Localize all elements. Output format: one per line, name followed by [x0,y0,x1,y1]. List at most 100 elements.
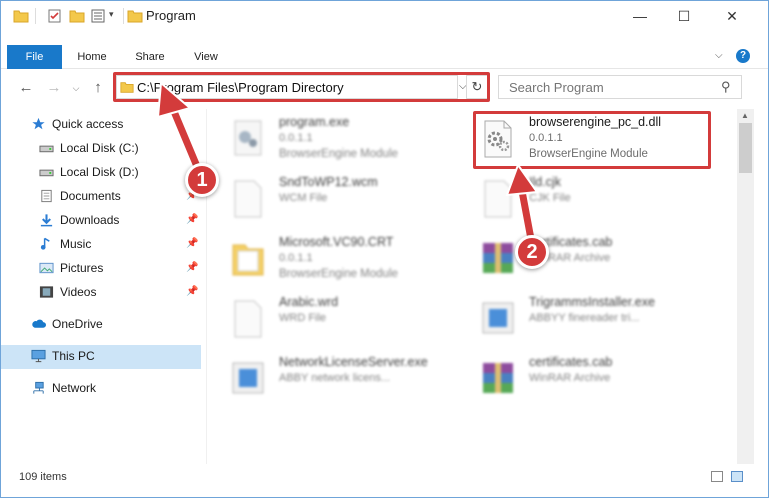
drive-icon [39,145,54,153]
music-icon [40,237,50,250]
search-icon[interactable]: ⚲ [721,79,731,95]
sidebar-item-network[interactable]: Network [1,377,201,399]
pin-icon[interactable]: 📌 [186,233,198,255]
file-description: ABBYY finereader tri... [529,312,640,324]
file-item[interactable]: Microsoft.VC90.CRT 0.0.1.1 BrowserEngine… [229,233,479,285]
tab-view[interactable]: View [187,45,225,69]
pin-icon[interactable]: 📌 [186,209,198,231]
window-title: Program [146,8,196,23]
sidebar-item-local-disk-d[interactable]: Local Disk (D:) [1,161,201,183]
file-item[interactable]: Arabic.wrd WRD File [229,293,479,345]
file-name: Ild.cjk [529,175,561,189]
back-button[interactable]: ← [17,79,35,97]
item-count: 109 items [19,471,67,483]
sidebar-item-videos[interactable]: Videos 📌 [1,281,201,303]
file-description: BrowserEngine Module [279,268,398,280]
pin-icon[interactable]: 📌 [186,257,198,279]
file-item[interactable]: Ild.cjk CJK File [479,173,729,225]
file-item[interactable]: SndToWP12.wcm WCM File [229,173,479,225]
file-item[interactable]: certificates.cab WinRAR Archive [479,353,729,405]
sidebar-item-label: Pictures [60,261,104,275]
status-bar [1,464,768,497]
large-icons-view-icon[interactable] [731,471,743,482]
explorer-window: ▾ Program — ☐ ✕ File Home Share View ⌵ ?… [0,0,769,498]
recent-locations-icon[interactable]: ⌵ [67,79,85,97]
sidebar-item-label: Music [60,237,92,251]
file-item[interactable]: NetworkLicenseServer.exe ABBY network li… [229,353,479,405]
sidebar-item-label: Local Disk (D:) [60,165,139,179]
file-description: BrowserEngine Module [279,148,398,160]
properties-icon[interactable] [47,9,63,23]
close-button[interactable]: ✕ [717,7,747,25]
tab-home[interactable]: Home [71,45,113,69]
installer-icon [232,362,264,394]
sidebar-item-label: Network [52,381,97,395]
blank-file-icon [234,300,262,338]
tab-file[interactable]: File [7,45,62,69]
file-type: WRD File [279,312,327,324]
sidebar-item-quick-access[interactable]: Quick access [1,113,201,135]
new-folder-icon[interactable] [69,9,85,23]
help-icon[interactable]: ? [736,49,750,63]
file-name: TrigrammsInstaller.exe [529,295,655,309]
file-type: WCM File [279,192,328,204]
file-version: 0.0.1.1 [279,252,313,264]
cloud-icon [32,319,46,328]
sidebar-item-documents[interactable]: Documents 📌 [1,185,201,207]
ribbon: File Home Share View ⌵ ? [1,45,768,69]
sidebar-item-label: Videos [60,285,97,299]
download-icon [40,214,53,227]
search-input[interactable] [498,75,742,99]
file-name: NetworkLicenseServer.exe [279,355,428,369]
blank-file-icon [484,180,512,218]
step-badge-1: 1 [185,163,219,197]
sidebar-item-local-disk-c[interactable]: Local Disk (C:) [1,137,201,159]
scrollbar-thumb[interactable] [739,123,752,173]
maximize-button[interactable]: ☐ [669,7,699,25]
sidebar-item-label: Quick access [52,117,124,131]
up-button[interactable]: ↑ [89,79,107,97]
folder-icon [13,10,29,23]
blank-file-icon [234,180,262,218]
sidebar-item-label: Local Disk (C:) [60,141,139,155]
scroll-up-icon[interactable]: ▲ [741,111,749,120]
sidebar-item-music[interactable]: Music 📌 [1,233,201,255]
winrar-icon [483,243,513,273]
drive-icon [39,169,54,177]
sidebar-item-downloads[interactable]: Downloads 📌 [1,209,201,231]
file-item[interactable]: program.exe 0.0.1.1 BrowserEngine Module [229,113,479,165]
exe-icon [234,120,262,156]
computer-icon [31,349,46,363]
customize-icon[interactable] [91,9,107,23]
file-name: certificates.cab [529,355,613,369]
file-item[interactable]: TrigrammsInstaller.exe ABBYY finereader … [479,293,729,345]
network-icon [33,381,44,394]
installer-icon [482,302,514,334]
chevron-down-icon[interactable]: ⌵ [715,50,723,61]
sidebar-item-label: Downloads [60,213,120,227]
file-description: ABBY network licens... [279,372,391,384]
pictures-icon [39,262,54,274]
folder-icon [232,244,264,276]
sidebar-item-label: This PC [52,349,95,363]
forward-button[interactable]: → [45,79,63,97]
step-badge-2: 2 [515,235,549,269]
file-name: Microsoft.VC90.CRT [279,235,394,249]
sidebar-item-onedrive[interactable]: OneDrive [1,313,201,335]
file-name: program.exe [279,115,350,129]
file-type: CJK File [529,192,571,204]
videos-icon [39,286,54,298]
folder-icon [127,10,143,23]
winrar-icon [483,363,513,393]
tab-share[interactable]: Share [129,45,171,69]
sidebar-item-label: Documents [60,189,121,203]
minimize-button[interactable]: — [625,7,655,25]
file-version: 0.0.1.1 [279,132,313,144]
navigation-pane: Quick access Local Disk (C:) Local Disk … [1,109,206,464]
chevron-down-icon[interactable]: ▾ [109,9,114,20]
title-bar: ▾ Program — ☐ ✕ [1,1,768,31]
sidebar-item-this-pc[interactable]: This PC [1,345,201,369]
pin-icon[interactable]: 📌 [186,281,198,303]
details-view-icon[interactable] [711,471,723,482]
sidebar-item-pictures[interactable]: Pictures 📌 [1,257,201,279]
